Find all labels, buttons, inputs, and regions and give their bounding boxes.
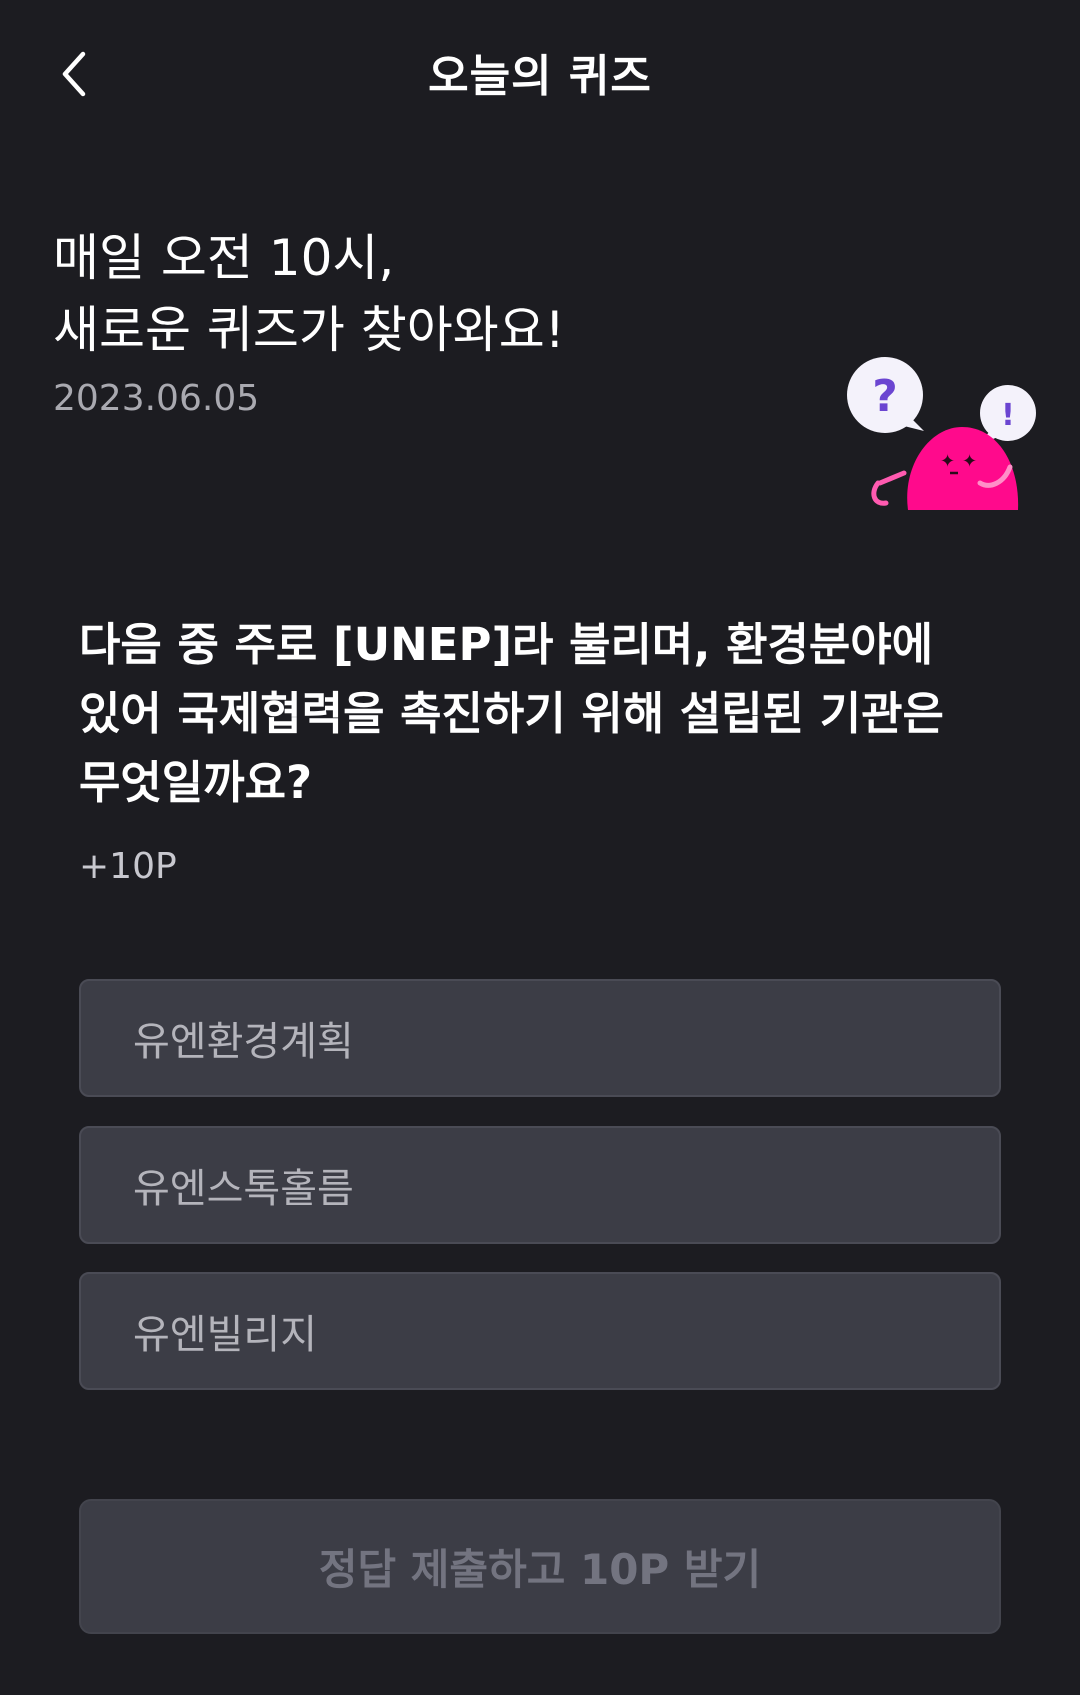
quiz-question: 다음 중 주로 [UNEP]라 불리며, 환경분야에 있어 국제협력을 촉진하기… [79, 618, 944, 809]
answer-option-3[interactable]: 유엔빌리지 [79, 1272, 1001, 1390]
answer-option-2[interactable]: 유엔스톡홀름 [79, 1126, 1001, 1244]
page-title: 오늘의 퀴즈 [428, 51, 652, 102]
svg-text:✦: ✦ [962, 451, 977, 472]
answer-option-label: 유엔빌리지 [133, 1312, 317, 1358]
question-mark: ? [872, 371, 898, 422]
question-bubble-icon: ? [847, 357, 924, 433]
answer-option-1[interactable]: 유엔환경계획 [79, 979, 1001, 1097]
intro-line-1: 매일 오전 10시, [53, 229, 395, 287]
top-bar: 오늘의 퀴즈 [0, 0, 1080, 150]
quiz-date: 2023.06.05 [53, 378, 260, 419]
submit-answer-button[interactable]: 정답 제출하고 10P 받기 [79, 1499, 1001, 1634]
svg-text:✦: ✦ [940, 451, 955, 472]
answer-option-label: 유엔스톡홀름 [133, 1166, 354, 1212]
intro-text: 매일 오전 10시, 새로운 퀴즈가 찾아와요! [53, 222, 565, 366]
mascot-illustration: ? ! ✦ ✦ [847, 357, 1036, 510]
reward-points: +10P [79, 846, 177, 887]
exclamation-mark: ! [1001, 398, 1015, 433]
mascot-body-icon: ✦ ✦ [871, 427, 1019, 510]
answer-option-label: 유엔환경계획 [133, 1019, 354, 1065]
intro-line-2: 새로운 퀴즈가 찾아와요! [53, 301, 565, 359]
